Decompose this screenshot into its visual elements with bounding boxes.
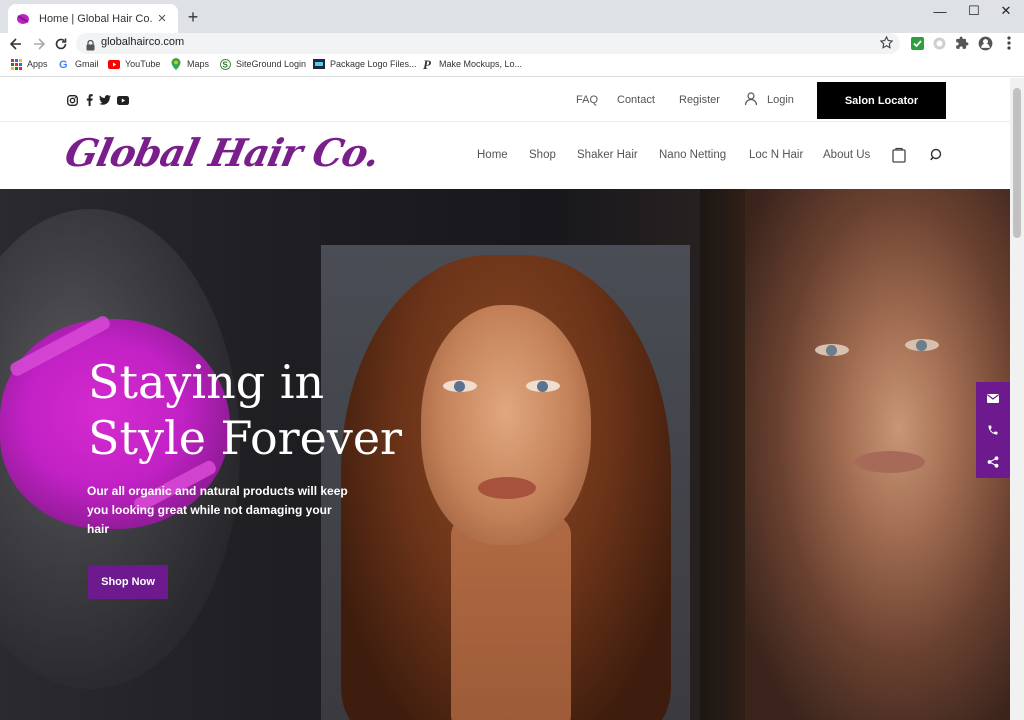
hero-section: Staying in Style Forever Our all organic…	[0, 189, 1010, 720]
url-text: globalhairco.com	[101, 36, 185, 48]
browser-toolbar: globalhairco.com	[0, 33, 1024, 55]
user-icon	[744, 92, 758, 109]
site-topbar: FAQ Contact Register Login Salon Locator	[0, 78, 1010, 122]
eye	[526, 380, 560, 392]
bookmark-package-logo[interactable]: Package Logo Files...	[313, 58, 417, 70]
eye	[905, 339, 939, 351]
tab-close-icon[interactable]: ×	[154, 10, 170, 27]
maximize-button[interactable]: ☐	[956, 0, 992, 22]
faq-link[interactable]: FAQ	[576, 94, 598, 106]
instagram-icon[interactable]	[66, 94, 78, 106]
hero-right-portrait	[745, 189, 1010, 720]
close-window-button[interactable]: ✕	[988, 0, 1024, 22]
facebook-icon[interactable]	[83, 94, 95, 106]
maps-pin-icon	[170, 58, 182, 70]
svg-text:P: P	[423, 58, 432, 70]
iris	[537, 381, 548, 392]
youtube-social-icon[interactable]	[117, 94, 129, 106]
bookmark-youtube[interactable]: YouTube	[108, 58, 160, 70]
forward-arrow-icon[interactable]	[29, 34, 49, 54]
photo-neck	[451, 515, 571, 720]
shopping-bag-icon[interactable]	[891, 147, 907, 163]
main-navigation: Global Hair Co. Home Shop Shaker Hair Na…	[0, 122, 1010, 189]
bookmark-siteground[interactable]: S SiteGround Login	[219, 58, 306, 70]
iris	[916, 340, 927, 351]
iris	[826, 345, 837, 356]
package-icon	[313, 58, 325, 70]
svg-text:G: G	[59, 59, 68, 70]
bookmark-label: Maps	[187, 59, 210, 69]
svg-text:S: S	[222, 60, 228, 69]
contact-link[interactable]: Contact	[617, 94, 655, 106]
eye	[815, 344, 849, 356]
twitter-icon[interactable]	[99, 94, 111, 106]
bookmarks-bar: Apps G Gmail YouTube Maps S SiteGround L…	[0, 55, 1024, 77]
apps-grid-icon	[10, 58, 22, 70]
tab-title: Home | Global Hair Co.	[39, 12, 153, 25]
siteground-icon: S	[219, 58, 231, 70]
hero-title-line1: Staying in	[88, 355, 325, 409]
hero-subtitle: Our all organic and natural products wil…	[87, 484, 348, 536]
minimize-button[interactable]: —	[922, 0, 958, 22]
site-favicon-icon	[16, 12, 30, 26]
phone-icon[interactable]	[976, 414, 1010, 446]
bookmark-gmail[interactable]: G Gmail	[58, 58, 99, 70]
browser-tab-active[interactable]: Home | Global Hair Co. ×	[8, 4, 178, 33]
floating-contact-bar	[976, 382, 1010, 478]
bookmark-apps[interactable]: Apps	[10, 58, 48, 70]
extensions-puzzle-icon[interactable]	[954, 35, 970, 51]
google-icon: G	[58, 58, 70, 70]
bookmark-label: Package Logo Files...	[330, 59, 417, 69]
nav-about-us[interactable]: About Us	[823, 149, 870, 161]
reload-icon[interactable]	[51, 34, 71, 54]
lips	[855, 451, 925, 473]
login-link[interactable]: Login	[767, 94, 794, 106]
website-viewport: FAQ Contact Register Login Salon Locator…	[0, 78, 1010, 720]
extension-gray-icon[interactable]	[931, 35, 947, 51]
salon-locator-button[interactable]: Salon Locator	[817, 82, 946, 119]
lock-icon	[86, 38, 95, 56]
page-scrollbar[interactable]	[1010, 78, 1024, 720]
register-link[interactable]: Register	[679, 94, 720, 106]
youtube-icon	[108, 58, 120, 70]
hero-title-line2: Style Forever	[88, 411, 403, 465]
iris	[454, 381, 465, 392]
share-icon[interactable]	[976, 446, 1010, 478]
bookmark-label: YouTube	[125, 59, 161, 69]
hero-center-photo	[321, 245, 690, 720]
address-bar[interactable]: globalhairco.com	[76, 33, 900, 54]
scrollbar-thumb[interactable]	[1013, 88, 1021, 238]
bookmark-label: SiteGround Login	[236, 59, 307, 69]
email-icon[interactable]	[976, 382, 1010, 414]
search-icon[interactable]	[929, 147, 945, 163]
bookmark-label: Gmail	[75, 59, 99, 69]
nav-shaker-hair[interactable]: Shaker Hair	[577, 149, 638, 161]
nav-loc-n-hair[interactable]: Loc N Hair	[749, 149, 803, 161]
nav-shop[interactable]: Shop	[529, 149, 556, 161]
back-arrow-icon[interactable]	[6, 34, 26, 54]
nav-home[interactable]: Home	[477, 149, 508, 161]
bookmark-placeit[interactable]: P Make Mockups, Lo...	[422, 58, 523, 70]
placeit-icon: P	[422, 58, 434, 70]
bookmark-star-icon[interactable]	[879, 35, 894, 55]
bookmark-maps[interactable]: Maps	[170, 58, 209, 70]
profile-avatar-icon[interactable]	[977, 35, 993, 51]
hero-title: Staying in Style Forever	[88, 354, 402, 466]
browser-tabstrip: Home | Global Hair Co. × + — ☐ ✕	[0, 0, 1024, 33]
photo-face	[421, 305, 591, 545]
eye	[443, 380, 477, 392]
lips	[478, 477, 536, 499]
nav-nano-netting[interactable]: Nano Netting	[659, 149, 726, 161]
extension-check-icon[interactable]	[909, 35, 925, 51]
new-tab-button[interactable]: +	[184, 8, 202, 26]
browser-menu-icon[interactable]	[1001, 35, 1017, 51]
shop-now-button[interactable]: Shop Now	[88, 565, 168, 599]
site-logo[interactable]: Global Hair Co.	[61, 130, 383, 175]
bookmark-label: Make Mockups, Lo...	[439, 59, 523, 69]
bookmark-label: Apps	[27, 59, 48, 69]
